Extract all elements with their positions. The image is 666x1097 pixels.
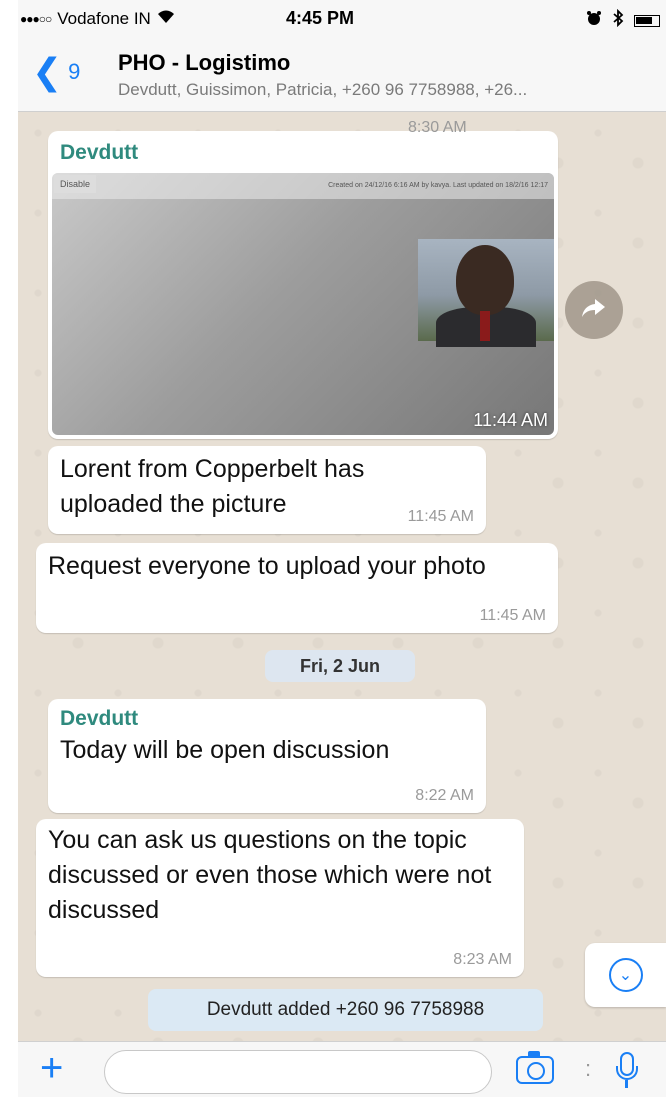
message-time: 8:22 AM xyxy=(415,787,474,804)
previous-message-time: 8:30 AM xyxy=(408,119,467,136)
message-bubble[interactable]: Lorent from Copperbelt has uploaded the … xyxy=(48,446,486,534)
message-bubble[interactable]: Devdutt Today will be open discussion 8:… xyxy=(48,699,486,813)
message-time: 11:44 AM xyxy=(473,410,548,430)
mic-foot xyxy=(625,1080,628,1088)
message-bubble[interactable]: Request everyone to upload your photo 11… xyxy=(36,543,558,633)
status-time: 4:45 PM xyxy=(286,8,355,28)
shared-photo[interactable]: Disable Created on 24/12/16 6:16 AM by k… xyxy=(52,173,554,435)
message-text: Today will be open discussion xyxy=(60,736,390,764)
mic-stand xyxy=(616,1066,638,1080)
chat-title[interactable]: PHO - Logistimo xyxy=(118,50,290,76)
share-arrow-icon xyxy=(581,294,607,326)
microphone-icon[interactable] xyxy=(616,1052,638,1088)
photo-message[interactable]: 8:30 AM Devdutt Disable Created on 24/12… xyxy=(48,119,558,439)
status-left: ●●●○○ Vodafone IN xyxy=(20,9,175,29)
photo-screen-header: Disable Created on 24/12/16 6:16 AM by k… xyxy=(52,173,554,199)
message-bubble[interactable]: You can ask us questions on the topic di… xyxy=(36,819,524,977)
message-time: 11:45 AM xyxy=(479,607,546,624)
status-right xyxy=(586,8,660,32)
photo-meta: Created on 24/12/16 6:16 AM by kavya. La… xyxy=(328,182,548,189)
system-notice: Devdutt added +260 96 7758988 xyxy=(148,989,543,1031)
message-text: Request everyone to upload your photo xyxy=(48,552,486,580)
attach-plus-icon[interactable]: + xyxy=(40,1048,63,1088)
chevron-down-icon: ⌄ xyxy=(608,958,643,992)
unread-count: 9 xyxy=(68,59,81,84)
portrait-face xyxy=(456,245,514,315)
scroll-to-bottom-button[interactable]: ⌄ xyxy=(585,943,666,1007)
date-divider: Fri, 2 Jun xyxy=(265,650,415,682)
portrait-tie xyxy=(480,311,490,341)
camera-icon[interactable] xyxy=(516,1051,554,1084)
chat-header: ❮ 9 PHO - Logistimo Devdutt, Guissimon, … xyxy=(18,36,666,112)
battery-icon xyxy=(634,14,660,27)
status-bar: ●●●○○ Vodafone IN 4:45 PM xyxy=(18,0,666,36)
chat-participants[interactable]: Devdutt, Guissimon, Patricia, +260 96 77… xyxy=(118,80,663,100)
chevron-left-icon: ❮ xyxy=(32,51,63,92)
alarm-icon xyxy=(586,10,602,31)
chat-area[interactable]: 8:30 AM Devdutt Disable Created on 24/12… xyxy=(18,113,666,1041)
carrier-name: Vodafone IN xyxy=(57,9,151,28)
message-time: 11:45 AM xyxy=(407,508,474,525)
portrait-image xyxy=(418,239,554,347)
message-time: 8:23 AM xyxy=(453,951,512,968)
separator-dots: : xyxy=(585,1056,592,1081)
message-text: Lorent from Copperbelt has uploaded the … xyxy=(60,455,365,518)
message-text: You can ask us questions on the topic di… xyxy=(48,826,492,924)
bluetooth-icon xyxy=(612,8,624,32)
wifi-icon xyxy=(157,9,175,29)
message-input-bar: + : xyxy=(18,1041,666,1097)
phone-screen: ●●●○○ Vodafone IN 4:45 PM ❮ 9 PHO - Logi… xyxy=(18,0,666,1097)
sender-name[interactable]: Devdutt xyxy=(60,141,138,165)
forward-button[interactable] xyxy=(565,281,623,339)
sender-name[interactable]: Devdutt xyxy=(60,707,474,731)
message-input[interactable] xyxy=(104,1050,492,1094)
photo-tag: Disable xyxy=(54,175,97,193)
back-button[interactable]: ❮ 9 xyxy=(32,54,80,90)
signal-strength: ●●●○○ xyxy=(20,12,52,26)
